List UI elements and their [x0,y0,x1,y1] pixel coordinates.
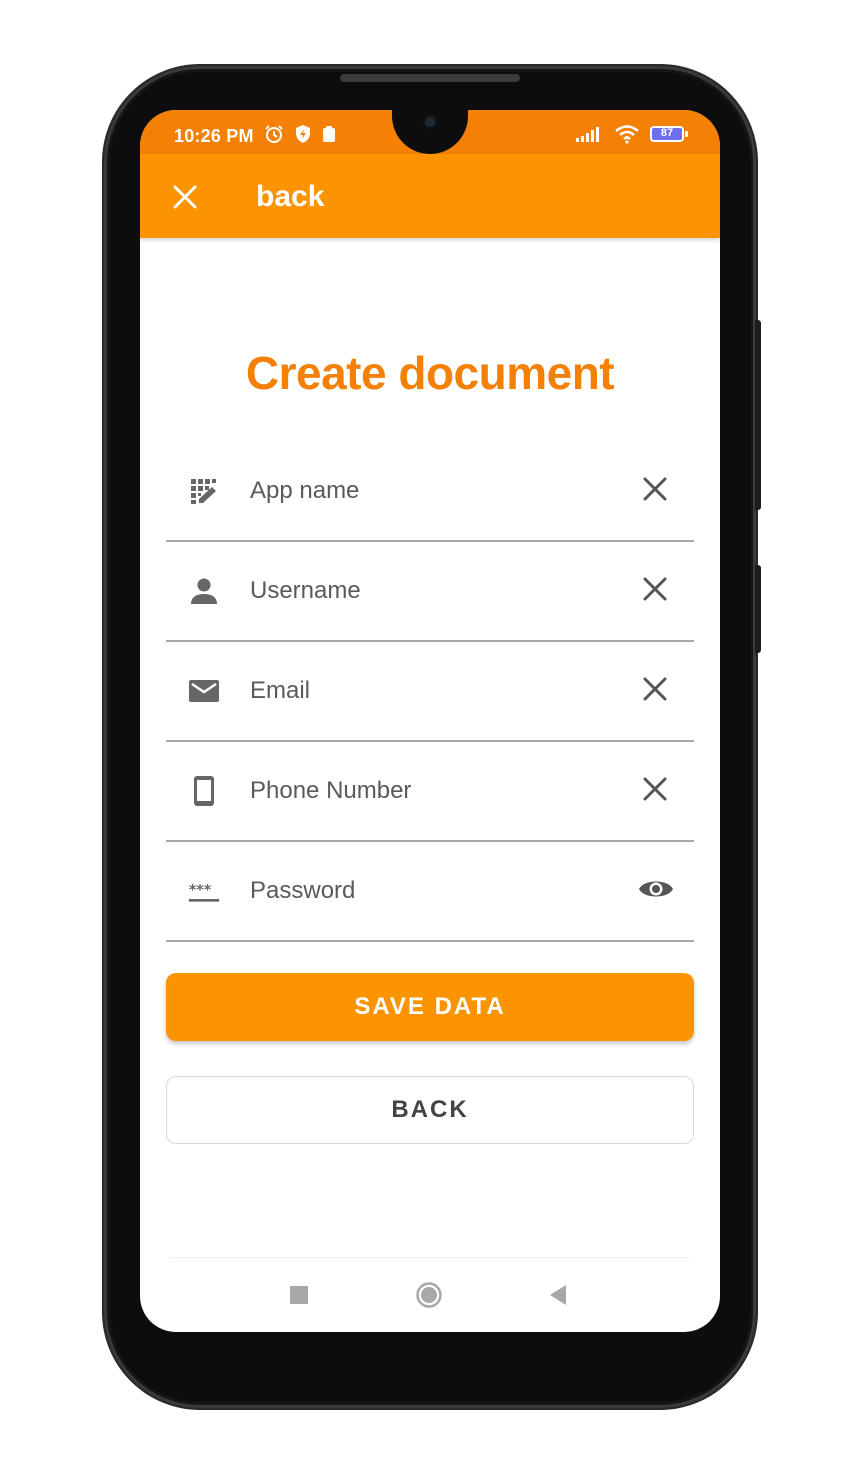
app-bar-title: back [256,180,325,213]
clipboard-icon [323,126,335,142]
visibility-icon[interactable] [638,874,674,904]
battery-level: 87 [660,127,674,139]
email-field[interactable]: Email [166,640,694,742]
battery-icon: 87 [650,126,688,142]
email-label: Email [250,677,311,704]
page-title: Create document [245,347,615,399]
volume-button [755,320,761,510]
save-data-button[interactable]: SAVE DATA [166,973,694,1041]
nav-bar-divider [170,1257,690,1258]
dialpad-edit-icon [191,479,216,504]
app-bar: back [140,154,720,238]
phone-number-field[interactable]: Phone Number [166,740,694,842]
clear-icon[interactable] [640,574,670,604]
back-button[interactable]: BACK [166,1076,694,1144]
phone-number-label: Phone Number [250,777,412,804]
status-time: 10:26 PM [174,126,254,146]
home-icon[interactable] [416,1282,442,1308]
power-button [755,565,761,653]
email-icon [189,680,219,702]
clear-icon[interactable] [640,774,670,804]
signal-icon [576,127,599,142]
phone-speaker [340,74,520,82]
person-icon [191,578,217,604]
svg-text:***: *** [189,883,212,899]
front-camera [422,114,438,130]
back-icon[interactable] [548,1284,568,1306]
app-name-field[interactable]: App name [166,440,694,542]
clear-icon[interactable] [640,474,670,504]
phone-icon [194,776,214,806]
screen: 10:26 PM 87 back Create document App nam… [140,110,720,1332]
app-name-label: App name [250,477,360,504]
username-label: Username [250,577,361,604]
shield-icon [296,125,310,143]
recents-icon[interactable] [290,1286,308,1304]
close-icon[interactable] [170,182,200,212]
status-bar: 10:26 PM 87 [140,110,720,154]
password-label: Password [250,877,356,904]
clear-icon[interactable] [640,674,670,704]
password-icon: *** [188,883,220,902]
username-field[interactable]: Username [166,540,694,642]
wifi-icon [615,125,639,144]
password-field[interactable]: *** Password [166,840,694,942]
battery-tip [685,131,688,137]
alarm-icon [265,125,283,143]
